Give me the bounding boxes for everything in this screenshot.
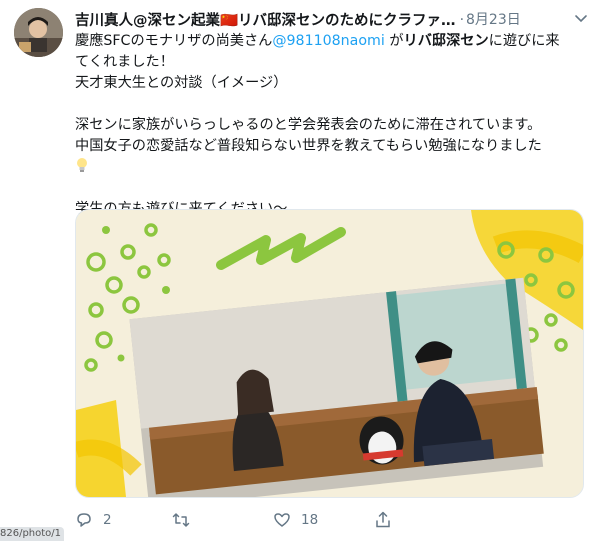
reply-count: 2 bbox=[103, 512, 112, 528]
lightbulb-icon bbox=[77, 158, 87, 172]
tweet-header: 吉川真人@深セン起業🇨🇳リバ邸深センのためにクラファ… · 8月23日 bbox=[75, 9, 587, 30]
text-segment: 慶應SFCのモナリザの尚美さん bbox=[75, 33, 273, 49]
text-segment: に遊びに来 bbox=[488, 33, 560, 49]
like-count: 18 bbox=[301, 512, 319, 528]
reply-icon bbox=[77, 513, 91, 527]
avatar[interactable] bbox=[14, 8, 63, 57]
bold-text: リバ邸深セン bbox=[403, 33, 489, 49]
text-line-4: 深センに家族がいらっしゃるのと学会発表会のために滞在されています。 bbox=[75, 117, 542, 133]
author-name[interactable]: 吉川真人@深セン起業🇨🇳リバ邸深センのためにクラファ… bbox=[75, 9, 456, 30]
text-line-3: 天才東大生との対談（イメージ） bbox=[75, 75, 288, 91]
share-icon bbox=[376, 511, 390, 528]
text-segment: が bbox=[384, 33, 404, 49]
photo-illustration bbox=[76, 210, 583, 497]
text-line-1: 慶應SFCのモナリザの尚美さん@981108naomi がリバ邸深センに遊びに来 bbox=[75, 31, 585, 52]
tweet-date[interactable]: 8月23日 bbox=[466, 12, 521, 28]
retweet-icon bbox=[172, 513, 190, 527]
tweet-text: 慶應SFCのモナリザの尚美さん@981108naomi がリバ邸深センに遊びに来… bbox=[75, 31, 585, 220]
tweet-image[interactable] bbox=[75, 209, 584, 498]
reply-button[interactable]: 2 bbox=[75, 508, 112, 532]
text-line-5: 中国女子の恋愛話など普段知らない世界を教えてもらい勉強になりました bbox=[75, 138, 542, 154]
tweet-actions: 2 18 bbox=[75, 508, 535, 532]
mention-link[interactable]: @981108naomi bbox=[272, 33, 384, 49]
retweet-button[interactable] bbox=[172, 508, 200, 532]
separator: · bbox=[459, 12, 465, 28]
like-button[interactable]: 18 bbox=[273, 508, 318, 532]
text-line-2: てくれました！ bbox=[75, 54, 174, 70]
status-url-bar: 826/photo/1 bbox=[0, 527, 65, 541]
like-icon bbox=[274, 513, 290, 527]
chevron-down-icon[interactable] bbox=[574, 11, 588, 25]
share-button[interactable] bbox=[374, 508, 402, 532]
text-line-6 bbox=[75, 157, 585, 178]
avatar-photo bbox=[14, 8, 63, 57]
